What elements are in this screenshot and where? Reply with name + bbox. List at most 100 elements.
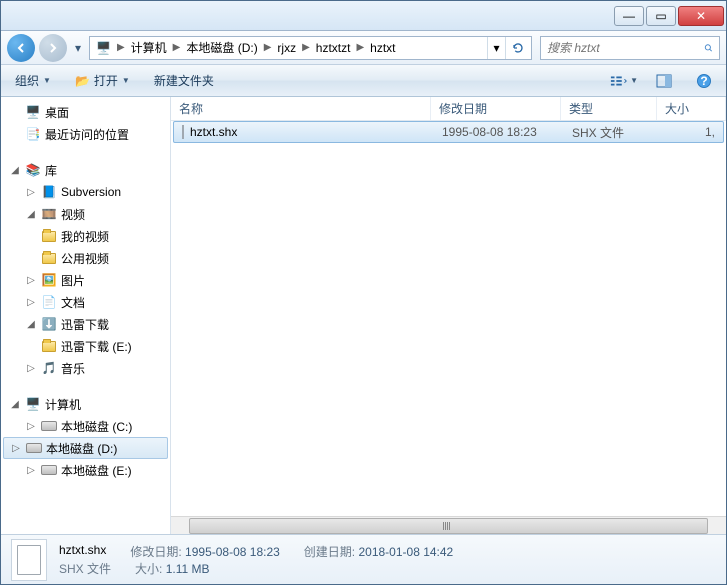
sidebar-item-drive-c[interactable]: ▷本地磁盘 (C:) <box>1 415 170 437</box>
file-icon <box>182 125 184 139</box>
sidebar-item-libraries[interactable]: ◢📚库 <box>1 159 170 181</box>
detail-size-value: 1.11 MB <box>166 562 210 576</box>
sidebar-item-music[interactable]: ▷🎵音乐 <box>1 357 170 379</box>
titlebar[interactable]: — ▭ ✕ <box>1 1 726 31</box>
nav-forward-button[interactable] <box>39 34 67 62</box>
sidebar-item-label: 计算机 <box>45 396 81 413</box>
sidebar[interactable]: 🖥️桌面 📑最近访问的位置 ◢📚库 ▷📘Subversion ◢🎞️视频 我的视… <box>1 97 171 534</box>
documents-icon: 📄 <box>41 294 57 310</box>
crumb-sep-icon[interactable]: ▶ <box>115 42 127 53</box>
column-type[interactable]: 类型 <box>561 97 657 120</box>
pictures-icon: 🖼️ <box>41 272 57 288</box>
sidebar-item-drive-e[interactable]: ▷本地磁盘 (E:) <box>1 459 170 481</box>
collapse-icon[interactable]: ◢ <box>9 165 21 176</box>
crumb-rjxz[interactable]: rjxz <box>273 37 300 59</box>
content-area: 🖥️桌面 📑最近访问的位置 ◢📚库 ▷📘Subversion ◢🎞️视频 我的视… <box>1 97 726 534</box>
searchbox[interactable] <box>540 36 720 60</box>
expand-icon[interactable]: ▷ <box>25 187 37 198</box>
scrollbar-thumb[interactable] <box>189 518 708 534</box>
close-button[interactable]: ✕ <box>678 6 724 26</box>
minimize-button[interactable]: — <box>614 6 644 26</box>
sidebar-item-label: 音乐 <box>61 360 85 377</box>
crumb-computer[interactable]: 计算机 <box>127 37 171 59</box>
explorer-window: — ▭ ✕ ▾ 🖥️ ▶ 计算机 ▶ 本地磁盘 (D:) ▶ rjxz ▶ hz… <box>0 0 727 585</box>
file-name-label: hztxt.shx <box>190 125 237 139</box>
crumb-sep-icon[interactable]: ▶ <box>171 42 183 53</box>
file-row[interactable]: hztxt.shx 1995-08-08 18:23 SHX 文件 1, <box>173 121 724 143</box>
preview-icon <box>656 74 672 88</box>
view-icon <box>610 74 628 88</box>
help-button[interactable]: ? <box>690 69 718 93</box>
libraries-icon: 📚 <box>25 162 41 178</box>
expand-icon[interactable]: ▷ <box>25 421 37 432</box>
filepane: 名称 修改日期 类型 大小 hztxt.shx 1995-08-08 18:23… <box>171 97 726 534</box>
crumb-sep-icon[interactable]: ▶ <box>300 42 312 53</box>
sidebar-item-recent[interactable]: 📑最近访问的位置 <box>1 123 170 145</box>
crumb-sep-icon[interactable]: ▶ <box>354 42 366 53</box>
expand-icon[interactable]: ▷ <box>25 363 37 374</box>
expand-icon[interactable]: ▷ <box>25 465 37 476</box>
sidebar-item-label: 文档 <box>61 294 85 311</box>
open-button[interactable]: 📂 打开▼ <box>69 68 136 93</box>
addressbar[interactable]: 🖥️ ▶ 计算机 ▶ 本地磁盘 (D:) ▶ rjxz ▶ hztxtzt ▶ … <box>89 36 532 60</box>
folder-icon <box>41 250 57 266</box>
column-date[interactable]: 修改日期 <box>431 97 561 120</box>
sidebar-item-myvideo[interactable]: 我的视频 <box>1 225 170 247</box>
detail-thumbnail <box>11 539 47 581</box>
sidebar-item-subversion[interactable]: ▷ 📘 Subversion <box>1 181 170 203</box>
expand-icon[interactable]: ▷ <box>25 297 37 308</box>
sidebar-item-xunlei[interactable]: ◢⬇️迅雷下载 <box>1 313 170 335</box>
file-date-cell: 1995-08-08 18:23 <box>434 125 564 139</box>
sidebar-item-desktop[interactable]: 🖥️桌面 <box>1 101 170 123</box>
horizontal-scrollbar[interactable] <box>171 516 726 534</box>
crumb-computer-icon[interactable]: 🖥️ <box>92 37 115 59</box>
subversion-icon: 📘 <box>41 184 57 200</box>
search-input[interactable] <box>547 41 704 55</box>
address-dropdown[interactable]: ▾ <box>487 37 505 59</box>
recent-icon: 📑 <box>25 126 41 142</box>
crumb-drive-d[interactable]: 本地磁盘 (D:) <box>182 37 261 59</box>
download-icon: ⬇️ <box>41 316 57 332</box>
column-name[interactable]: 名称 <box>171 97 431 120</box>
sidebar-item-xunlei-e[interactable]: 迅雷下载 (E:) <box>1 335 170 357</box>
expand-icon[interactable]: ▷ <box>10 443 22 454</box>
folder-icon <box>41 338 57 354</box>
minimize-icon: — <box>623 9 635 23</box>
sidebar-item-label: 图片 <box>61 272 85 289</box>
organize-button[interactable]: 组织▼ <box>9 68 57 93</box>
nav-history-dropdown[interactable]: ▾ <box>71 34 85 62</box>
folder-icon <box>41 228 57 244</box>
sidebar-item-label: 公用视频 <box>61 250 109 267</box>
navbar: ▾ 🖥️ ▶ 计算机 ▶ 本地磁盘 (D:) ▶ rjxz ▶ hztxtzt … <box>1 31 726 65</box>
sidebar-item-video[interactable]: ◢🎞️视频 <box>1 203 170 225</box>
sidebar-item-label: Subversion <box>61 185 121 199</box>
arrow-left-icon <box>14 41 28 55</box>
nav-back-button[interactable] <box>7 34 35 62</box>
crumb-hztxtzt[interactable]: hztxtzt <box>312 37 355 59</box>
sidebar-item-pictures[interactable]: ▷ 🖼️图片 <box>1 269 170 291</box>
column-size[interactable]: 大小 <box>657 97 726 120</box>
detail-create-value: 2018-01-08 14:42 <box>358 545 453 559</box>
maximize-button[interactable]: ▭ <box>646 6 676 26</box>
collapse-icon[interactable]: ◢ <box>25 319 37 330</box>
sidebar-item-documents[interactable]: ▷ 📄文档 <box>1 291 170 313</box>
refresh-icon <box>511 41 525 55</box>
sidebar-item-drive-d[interactable]: ▷本地磁盘 (D:) <box>3 437 168 459</box>
column-headers: 名称 修改日期 类型 大小 <box>171 97 726 121</box>
crumb-sep-icon[interactable]: ▶ <box>262 42 274 53</box>
desktop-icon: 🖥️ <box>25 104 41 120</box>
collapse-icon[interactable]: ◢ <box>9 399 21 410</box>
refresh-button[interactable] <box>505 37 529 59</box>
sidebar-item-publicvideo[interactable]: 公用视频 <box>1 247 170 269</box>
filelist[interactable]: hztxt.shx 1995-08-08 18:23 SHX 文件 1, <box>171 121 726 516</box>
crumb-hztxt[interactable]: hztxt <box>366 37 399 59</box>
drive-icon <box>41 462 57 478</box>
view-options-button[interactable]: ▼ <box>610 69 638 93</box>
chevron-down-icon: ▼ <box>122 76 130 85</box>
expand-icon[interactable]: ▷ <box>25 275 37 286</box>
preview-pane-button[interactable] <box>650 69 678 93</box>
collapse-icon[interactable]: ◢ <box>25 209 37 220</box>
toolbar: 组织▼ 📂 打开▼ 新建文件夹 ▼ ? <box>1 65 726 97</box>
sidebar-item-computer[interactable]: ◢🖥️计算机 <box>1 393 170 415</box>
newfolder-button[interactable]: 新建文件夹 <box>148 68 220 93</box>
